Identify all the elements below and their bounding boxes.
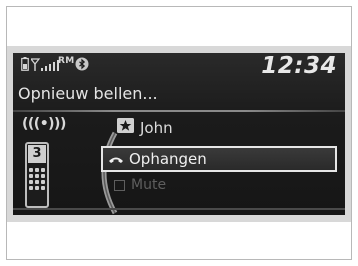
roaming-label: RM (58, 56, 75, 66)
contact-name: John (140, 118, 173, 137)
battery-icon (21, 57, 29, 71)
star-icon (117, 118, 134, 137)
page: RM 12:34 Opnieuw bellen... (((•))) John (0, 0, 358, 266)
selector-arc (101, 131, 118, 215)
divider (13, 110, 345, 112)
mute-label: Mute (131, 177, 167, 193)
line-number-badge: 3 (28, 145, 46, 163)
hang-up-option[interactable]: Ophangen (101, 146, 337, 172)
bottom-divider (13, 208, 345, 210)
clock: 12:34 (261, 53, 337, 79)
phone-display: RM 12:34 Opnieuw bellen... (((•))) John (13, 53, 345, 215)
signal-strength-icon: RM (31, 56, 74, 73)
checkbox-icon (114, 179, 125, 191)
hang-up-icon (108, 150, 124, 169)
status-icons: RM (21, 56, 89, 79)
call-signal-indicator: (((•))) (22, 116, 66, 132)
phone-icon: 3 (25, 142, 49, 208)
hang-up-label: Ophangen (129, 150, 207, 168)
screen-title: Opnieuw bellen... (18, 84, 158, 103)
keypad-icon (29, 168, 47, 190)
contact-row: John (117, 118, 173, 137)
bluetooth-icon (75, 57, 89, 71)
mute-option[interactable]: Mute (114, 177, 166, 193)
